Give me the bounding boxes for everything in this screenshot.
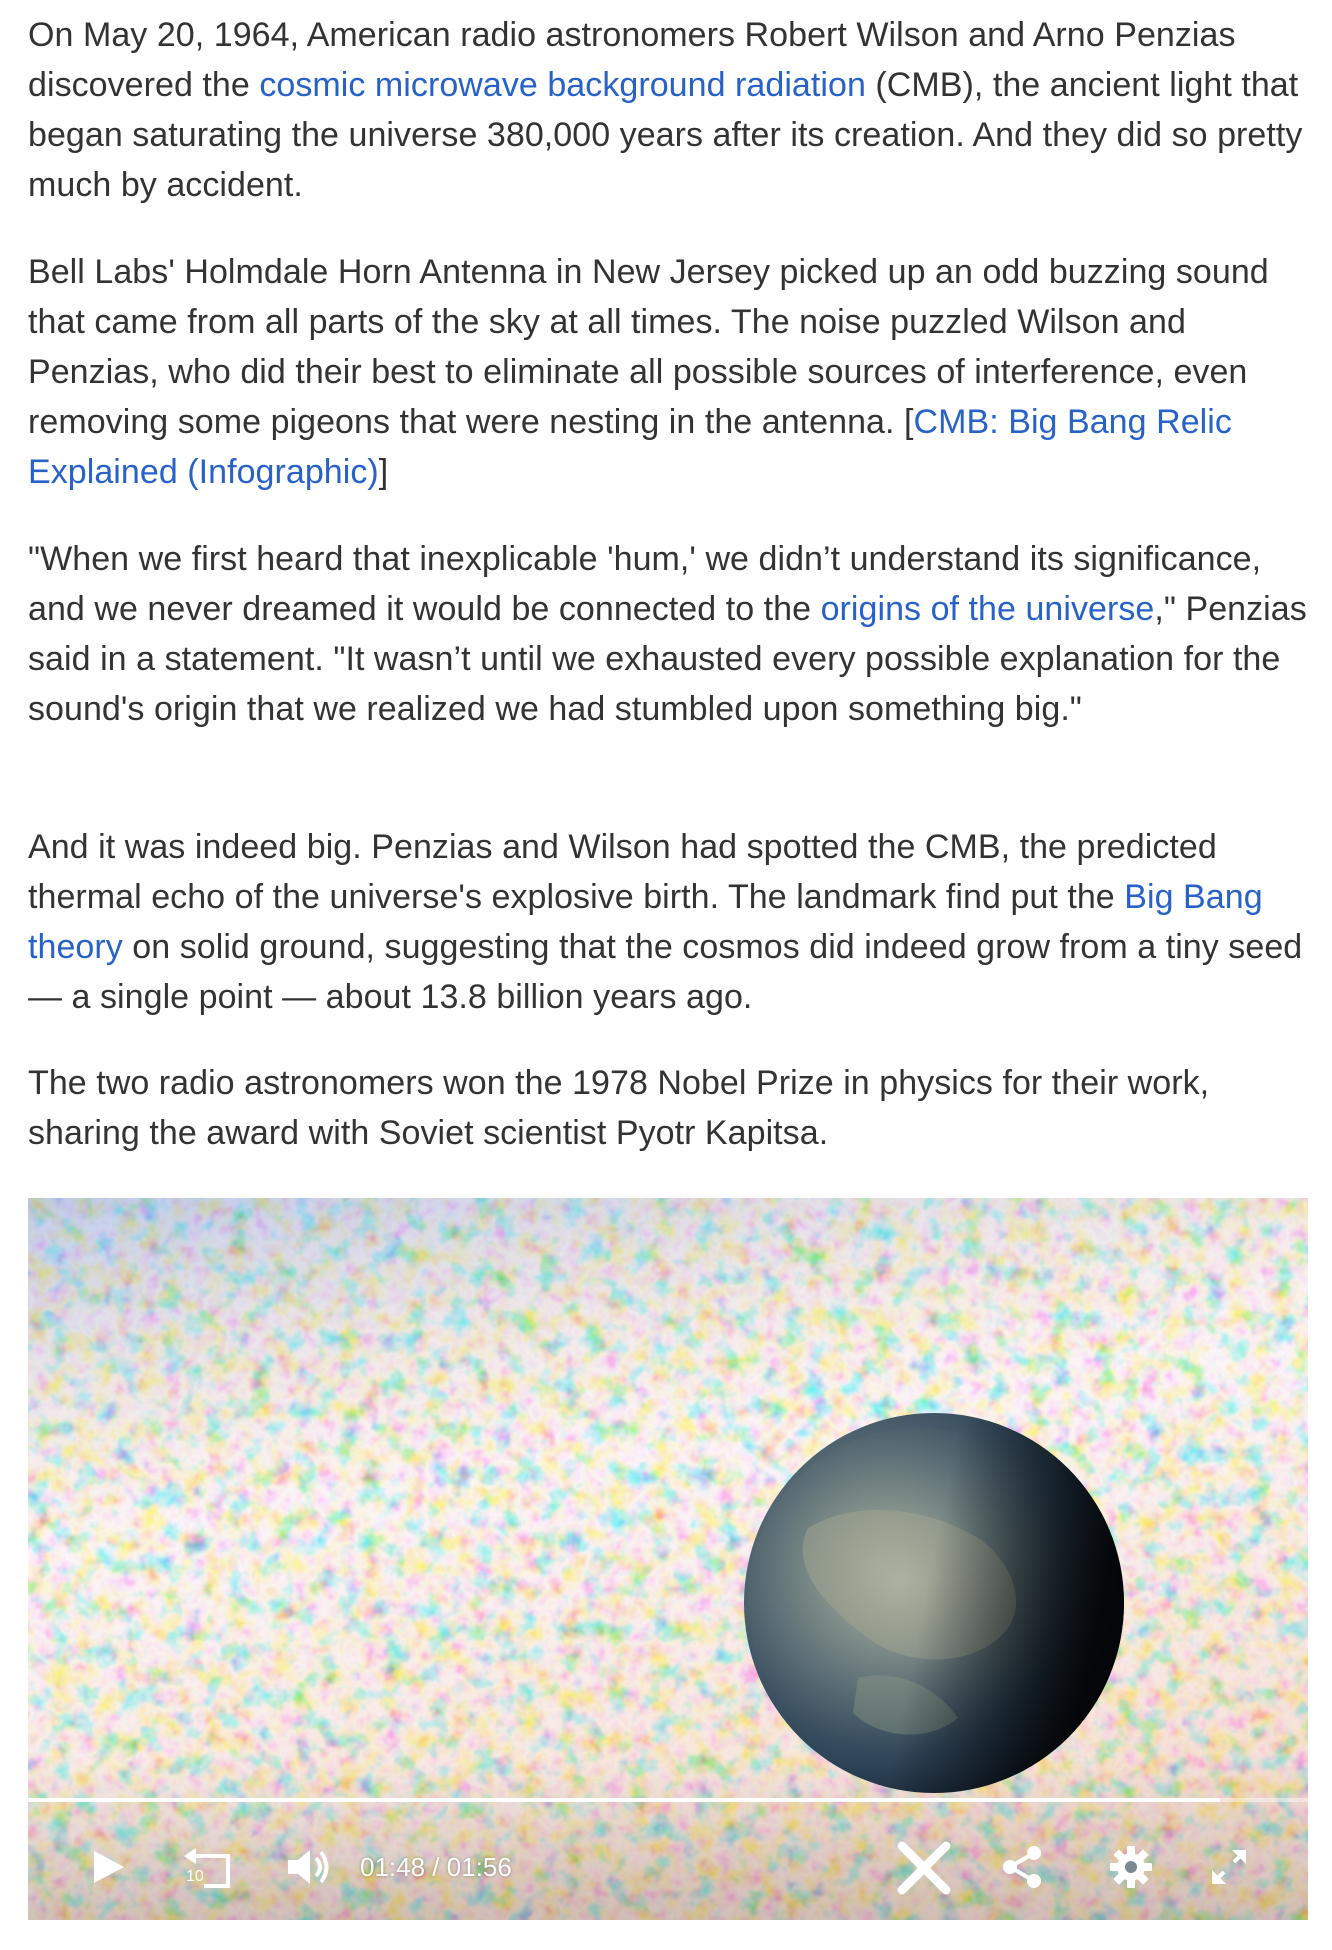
duration: 01:56 [446, 1852, 512, 1882]
time-separator: / [425, 1852, 447, 1882]
share-icon[interactable] [1000, 1844, 1044, 1890]
paragraph-text: on solid ground, suggesting that the cos… [28, 928, 1303, 1016]
current-time: 01:48 [360, 1852, 426, 1882]
close-icon[interactable] [894, 1840, 954, 1896]
video-progress-fill [26, 1798, 1221, 1802]
paragraph-quote: "When we first heard that inexplicable '… [28, 534, 1318, 734]
paragraph-big-bang: And it was indeed big. Penzias and Wilso… [28, 822, 1318, 1022]
video-controls: 10 01:48 / 01:56 [28, 1830, 1308, 1902]
fullscreen-icon[interactable] [1208, 1846, 1250, 1888]
link-cmb-radiation[interactable]: cosmic microwave background radiation [259, 66, 866, 104]
settings-gear-icon[interactable] [1108, 1844, 1154, 1890]
paragraph-discovery: On May 20, 1964, American radio astronom… [28, 10, 1318, 210]
earth-globe [744, 1413, 1124, 1793]
video-frame-cmb-earth [28, 1198, 1308, 1920]
video-time-display: 01:48 / 01:56 [360, 1852, 512, 1883]
rewind-10-button[interactable]: 10 [178, 1842, 238, 1894]
paragraph-text: ] [378, 453, 389, 491]
video-player[interactable] [28, 1198, 1308, 1920]
volume-icon[interactable] [286, 1846, 332, 1888]
video-progress-bar[interactable] [26, 1796, 1310, 1804]
paragraph-nobel: The two radio astronomers won the 1978 N… [28, 1064, 1210, 1152]
paragraph-antenna: Bell Labs' Holmdale Horn Antenna in New … [28, 247, 1318, 497]
rewind-seconds-label: 10 [186, 1868, 204, 1885]
paragraph-text: And it was indeed big. Penzias and Wilso… [28, 828, 1217, 916]
play-icon[interactable] [90, 1848, 126, 1886]
link-origins-universe[interactable]: origins of the universe [821, 590, 1155, 628]
